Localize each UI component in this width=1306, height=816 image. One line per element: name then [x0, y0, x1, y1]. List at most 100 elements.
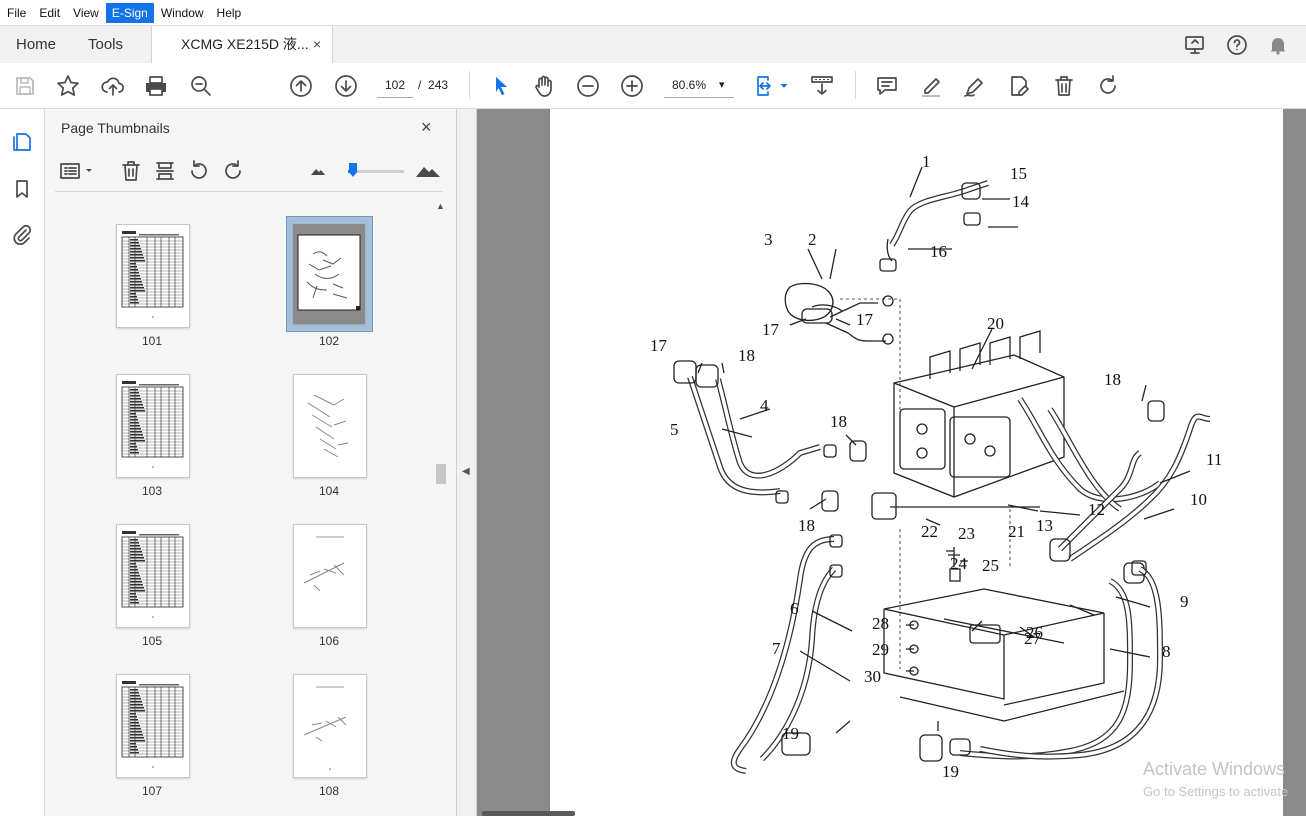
menu-edit[interactable]: Edit	[33, 3, 66, 23]
part-callout-18: 18	[830, 412, 847, 431]
page-thumbnail-105[interactable]	[116, 524, 190, 628]
page-thumbnail-102[interactable]	[293, 224, 365, 324]
upload-cloud-icon[interactable]	[100, 73, 126, 99]
menu-window[interactable]: Window	[155, 3, 210, 23]
page-thumbnail-108[interactable]	[293, 674, 367, 778]
part-callouts: 1234567 891011121314151617171718181818191…	[650, 152, 1222, 781]
zoom-out-icon[interactable]	[575, 73, 601, 99]
menu-file[interactable]: File	[1, 3, 32, 23]
part-callout-13: 13	[1036, 516, 1053, 535]
fit-page-icon[interactable]	[754, 73, 790, 99]
rotate-clockwise-icon[interactable]	[1095, 73, 1121, 99]
scroll-up-arrow-icon[interactable]: ▲	[436, 201, 445, 211]
table-page-preview	[121, 381, 184, 468]
drawing-page-preview	[303, 686, 347, 770]
part-callout-17: 17	[856, 310, 874, 329]
share-screen-icon[interactable]	[1183, 33, 1207, 57]
draw-pen-icon[interactable]	[962, 73, 988, 99]
scrollbar-thumb[interactable]	[436, 464, 446, 484]
part-callout-12: 12	[1088, 500, 1105, 519]
thumbnail-label: 102	[318, 334, 340, 348]
page-total: / 243	[418, 78, 449, 92]
part-callout-21: 21	[1008, 522, 1025, 541]
thumbnail-options-menu-icon[interactable]	[59, 159, 95, 183]
part-callout-1: 1	[922, 152, 931, 171]
zoom-value: 80.6%	[672, 78, 707, 92]
part-callout-16: 16	[930, 242, 947, 261]
part-callout-7: 7	[772, 639, 781, 658]
collapse-panel-arrow-icon[interactable]: ◀	[462, 466, 470, 477]
rotate-clockwise-icon[interactable]	[221, 159, 245, 183]
save-icon[interactable]	[12, 73, 38, 99]
notifications-bell-icon[interactable]	[1266, 33, 1290, 57]
part-callout-10: 10	[1190, 490, 1207, 509]
stamp-icon[interactable]	[1006, 73, 1032, 99]
thumbnail-label: 107	[141, 784, 163, 798]
close-tab-icon[interactable]: ×	[313, 26, 321, 63]
tab-document[interactable]: XCMG XE215D 液... ×	[151, 26, 333, 64]
part-callout-27: 27	[1024, 629, 1042, 648]
insert-page-icon[interactable]	[153, 159, 177, 183]
large-thumbnails-mountain-icon[interactable]	[415, 159, 441, 183]
attachments-paperclip-icon[interactable]	[11, 223, 33, 245]
menu-esign[interactable]: E-Sign	[105, 2, 154, 23]
total-pages: 243	[428, 78, 449, 92]
document-tab-title: XCMG XE215D 液...	[181, 36, 309, 52]
tab-tools[interactable]: Tools	[88, 26, 123, 63]
thumbnail-toolbar	[55, 153, 443, 192]
help-icon[interactable]	[1225, 33, 1249, 57]
delete-trash-icon[interactable]	[1051, 73, 1077, 99]
page-thumbnail-107[interactable]	[116, 674, 190, 778]
menu-help[interactable]: Help	[211, 3, 248, 23]
part-callout-4: 4	[760, 396, 769, 415]
part-callout-18: 18	[738, 346, 755, 365]
toolbar: 102 / 243 80.6% ▾	[0, 63, 1306, 109]
close-panel-icon[interactable]: ×	[421, 117, 432, 138]
bookmarks-icon[interactable]	[11, 178, 33, 200]
chevron-down-icon: ▾	[719, 79, 725, 91]
document-view[interactable]: 1 2 3 4 5 6 7 8 9 10 11 12 13 14 15 16 17 17 17 18 18 18 18 19 1…	[477, 109, 1306, 816]
page-thumbnail-101[interactable]	[116, 224, 190, 328]
menu-bar: File Edit View E-Sign Window Help	[0, 0, 1306, 25]
select-cursor-icon[interactable]	[488, 73, 514, 99]
search-icon[interactable]	[188, 73, 214, 99]
highlight-pen-icon[interactable]	[918, 73, 944, 99]
zoom-in-icon[interactable]	[619, 73, 645, 99]
tab-home[interactable]: Home	[16, 26, 56, 63]
horizontal-scrollbar[interactable]	[482, 811, 575, 816]
thumbnail-label: 106	[318, 634, 340, 648]
zoom-level-select[interactable]: 80.6% ▾	[664, 73, 734, 98]
comment-icon[interactable]	[874, 73, 900, 99]
previous-page-icon[interactable]	[288, 73, 314, 99]
thumbnail-scrollbar[interactable]: ▲	[434, 201, 448, 811]
page-thumbnails-icon[interactable]	[11, 131, 33, 153]
part-callout-23: 23	[958, 524, 975, 543]
part-callout-20: 20	[987, 314, 1004, 333]
delete-page-icon[interactable]	[119, 159, 143, 183]
thumbnail-label: 104	[318, 484, 340, 498]
part-callout-18: 18	[1104, 370, 1121, 389]
drawing-page-preview	[303, 536, 345, 592]
small-thumbnails-mountain-icon[interactable]	[309, 159, 327, 183]
bookmark-star-icon[interactable]	[55, 73, 81, 99]
activate-windows-subtitle: Go to Settings to activate	[1143, 784, 1289, 799]
scroll-mode-icon[interactable]	[809, 73, 835, 99]
panel-splitter[interactable]: ◀	[457, 109, 477, 816]
table-page-preview	[121, 681, 184, 768]
page-number-input[interactable]: 102	[377, 73, 413, 98]
part-callout-25: 25	[982, 556, 999, 575]
rotate-counterclockwise-icon[interactable]	[187, 159, 211, 183]
print-icon[interactable]	[143, 73, 169, 99]
panel-title: Page Thumbnails	[61, 120, 170, 136]
menu-view[interactable]: View	[67, 3, 105, 23]
drawing-page-preview	[307, 394, 349, 458]
part-callout-22: 22	[921, 522, 938, 541]
tab-bar: Home Tools XCMG XE215D 液... ×	[0, 25, 1306, 64]
hand-tool-icon[interactable]	[531, 73, 557, 99]
page-thumbnail-104[interactable]	[293, 374, 367, 478]
page-thumbnail-106[interactable]	[293, 524, 367, 628]
slider-handle[interactable]	[349, 163, 357, 177]
part-callout-5: 5	[670, 420, 679, 439]
page-thumbnail-103[interactable]	[116, 374, 190, 478]
next-page-icon[interactable]	[333, 73, 359, 99]
